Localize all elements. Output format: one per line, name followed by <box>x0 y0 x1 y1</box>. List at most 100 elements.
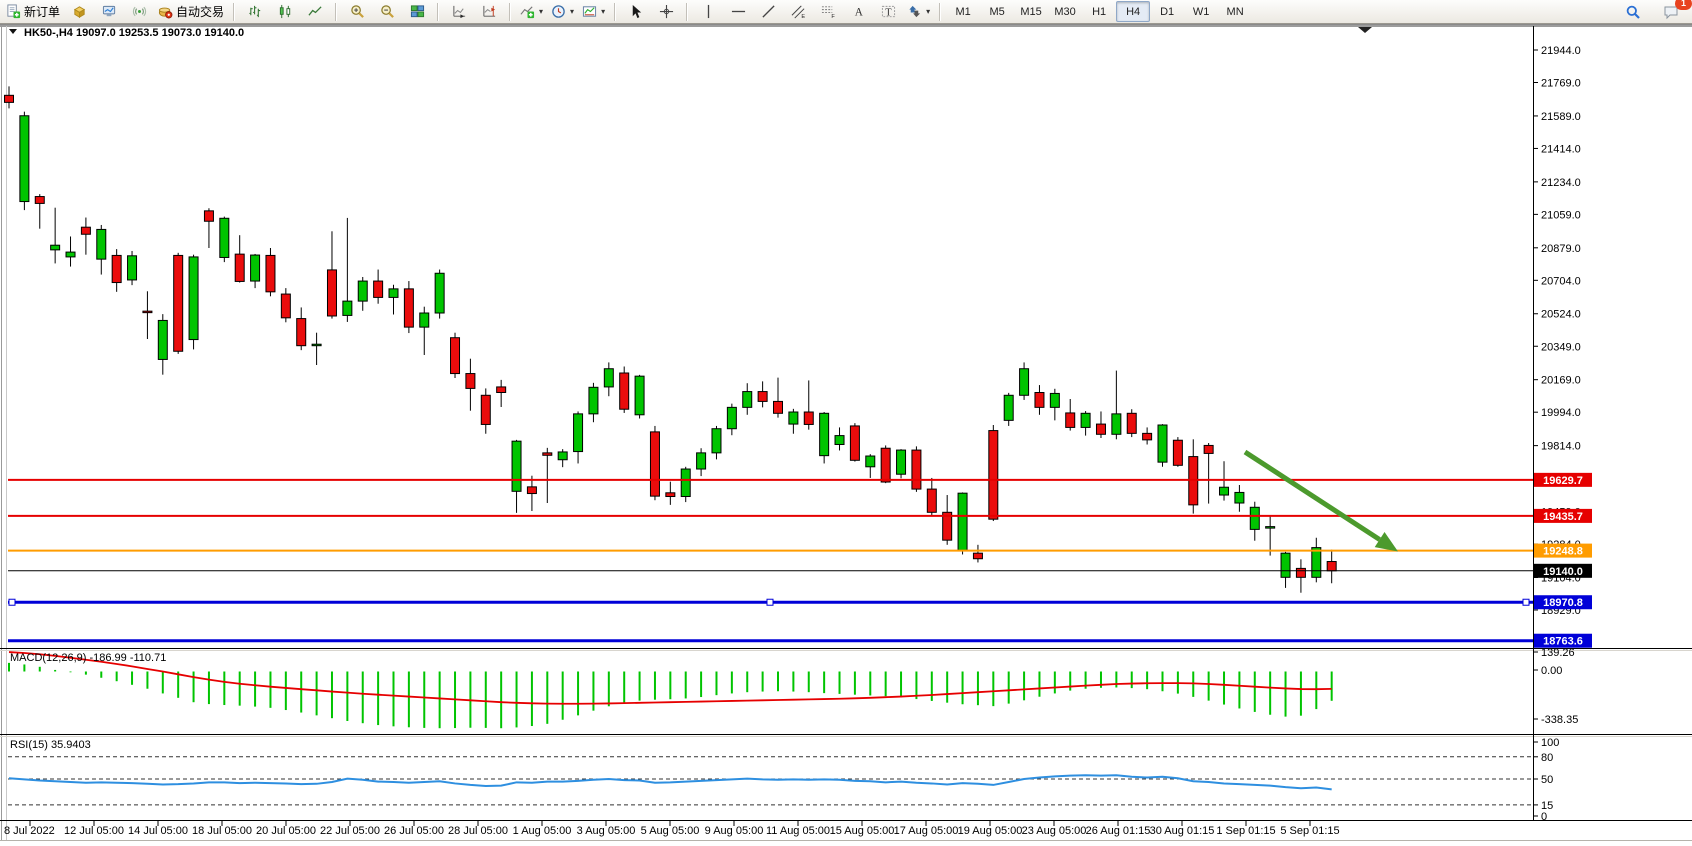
candlestick-chart-icon <box>278 4 293 19</box>
chart-shift-button[interactable] <box>474 1 504 23</box>
candle <box>1220 487 1229 495</box>
label-button[interactable]: T <box>873 1 903 23</box>
macd-axis-label: 139.26 <box>1541 647 1575 659</box>
horizontal-line-button[interactable] <box>723 1 753 23</box>
auto-trading-button[interactable]: 自动交易 <box>154 1 228 23</box>
chevron-down-icon: ▾ <box>539 7 543 16</box>
period-button[interactable]: ▾ <box>547 1 578 23</box>
candle <box>266 255 275 291</box>
time-tick-label: 30 Aug 01:15 <box>1150 825 1215 837</box>
rsi-axis-label: 80 <box>1541 752 1553 764</box>
terminal-button[interactable] <box>94 1 124 23</box>
signal-icon <box>132 4 147 19</box>
candle <box>143 311 152 313</box>
zoom-in-button[interactable] <box>342 1 372 23</box>
line-handle[interactable] <box>1523 599 1529 605</box>
crosshair-icon <box>659 4 674 19</box>
horizontal-line-icon <box>731 4 746 19</box>
candle <box>374 281 383 297</box>
fibonacci-button[interactable]: F <box>813 1 843 23</box>
chart-canvas[interactable]: HK50-,H4 19097.0 19253.5 19073.0 19140.0… <box>0 0 1692 846</box>
candle <box>220 218 229 257</box>
timeframe-m5[interactable]: M5 <box>980 1 1014 22</box>
template-button[interactable]: ▾ <box>578 1 609 23</box>
time-tick-label: 1 Sep 01:15 <box>1216 825 1275 837</box>
candle <box>1204 445 1213 453</box>
candle <box>204 211 213 221</box>
arrows-button[interactable]: ▾ <box>903 1 934 23</box>
timeframe-m30[interactable]: M30 <box>1048 1 1082 22</box>
trendline-button[interactable] <box>753 1 783 23</box>
candle <box>435 273 444 313</box>
macd-axis-label: 0.00 <box>1541 665 1562 677</box>
text-icon: A <box>851 4 866 19</box>
macd-label: MACD(12,26,9) -186.99 -110.71 <box>10 652 166 664</box>
candle <box>235 254 244 281</box>
candle <box>281 294 290 318</box>
text-button[interactable]: A <box>843 1 873 23</box>
tile-windows-icon <box>410 4 425 19</box>
tile-windows-button[interactable] <box>402 1 432 23</box>
candle <box>1112 414 1121 434</box>
signal-button[interactable] <box>124 1 154 23</box>
vertical-line-button[interactable] <box>693 1 723 23</box>
price-line-label-text: 19248.8 <box>1543 546 1583 558</box>
candle <box>543 453 552 455</box>
line-chart-button[interactable] <box>300 1 330 23</box>
timeframe-h4[interactable]: H4 <box>1116 1 1150 22</box>
price-line-label-text: 18970.8 <box>1543 597 1583 609</box>
candle <box>558 452 567 460</box>
price-tick-label: 20349.0 <box>1541 341 1581 353</box>
time-tick-label: 5 Sep 01:15 <box>1280 825 1339 837</box>
bar-chart-icon <box>248 4 263 19</box>
candle <box>574 414 583 452</box>
timeframe-h1[interactable]: H1 <box>1082 1 1116 22</box>
svg-text:F: F <box>831 14 835 19</box>
candle <box>912 450 921 489</box>
candle <box>1312 548 1321 578</box>
candle <box>1250 507 1259 529</box>
price-tick-label: 21059.0 <box>1541 209 1581 221</box>
trendline-icon <box>761 4 776 19</box>
timeframe-w1[interactable]: W1 <box>1184 1 1218 22</box>
rsi-axis-label: 0 <box>1541 811 1547 823</box>
cursor-button[interactable] <box>621 1 651 23</box>
channel-button[interactable]: E <box>783 1 813 23</box>
notifications-button[interactable]: 1 <box>1656 1 1686 23</box>
bar-chart-button[interactable] <box>240 1 270 23</box>
candlestick-chart-button[interactable] <box>270 1 300 23</box>
price-tick-label: 19814.0 <box>1541 441 1581 453</box>
time-tick-label: 12 Jul 05:00 <box>64 825 124 837</box>
candle <box>1066 413 1075 427</box>
indicators-button[interactable]: ▾ <box>516 1 547 23</box>
new-order-button[interactable]: 新订单 <box>2 1 64 23</box>
timeframe-m15[interactable]: M15 <box>1014 1 1048 22</box>
candle <box>604 369 613 387</box>
price-line-label-text: 19629.7 <box>1543 475 1583 487</box>
timeframe-d1[interactable]: D1 <box>1150 1 1184 22</box>
candle <box>850 426 859 460</box>
gold-cube-button[interactable] <box>64 1 94 23</box>
timeframe-m1[interactable]: M1 <box>946 1 980 22</box>
search-icon <box>1625 4 1641 20</box>
fibonacci-icon: F <box>821 4 836 19</box>
candle <box>497 387 506 393</box>
price-tick-label: 21234.0 <box>1541 177 1581 189</box>
equidistant-channel-icon: E <box>791 4 806 19</box>
zoom-out-button[interactable] <box>372 1 402 23</box>
line-handle[interactable] <box>9 599 15 605</box>
crosshair-button[interactable] <box>651 1 681 23</box>
candle <box>358 281 367 301</box>
arrows-tool-icon <box>907 4 922 19</box>
svg-text:E: E <box>801 14 805 19</box>
timeframe-mn[interactable]: MN <box>1218 1 1252 22</box>
chart-type-group <box>238 1 332 23</box>
candle <box>758 392 767 402</box>
rsi-axis-label: 50 <box>1541 774 1553 786</box>
line-handle[interactable] <box>767 599 773 605</box>
search-button[interactable] <box>1618 1 1648 23</box>
candle <box>189 257 198 340</box>
auto-scroll-button[interactable] <box>444 1 474 23</box>
auto-scroll-icon <box>452 4 467 19</box>
time-tick-label: 3 Aug 05:00 <box>577 825 636 837</box>
